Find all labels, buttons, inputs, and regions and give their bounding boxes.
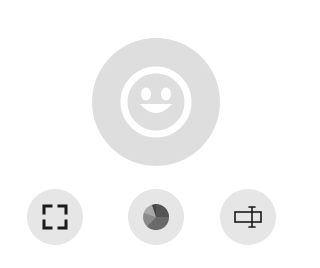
- fullscreen-corners-icon: [42, 204, 68, 230]
- fullscreen-button[interactable]: [27, 189, 83, 245]
- avatar[interactable]: [92, 38, 220, 166]
- pie-chart-icon: [143, 204, 170, 231]
- smiley-face-icon: [120, 66, 192, 138]
- profile-panel: [0, 0, 312, 268]
- chart-button[interactable]: [128, 189, 184, 245]
- text-field-button[interactable]: [220, 189, 276, 245]
- text-cursor-box-icon: [234, 206, 262, 228]
